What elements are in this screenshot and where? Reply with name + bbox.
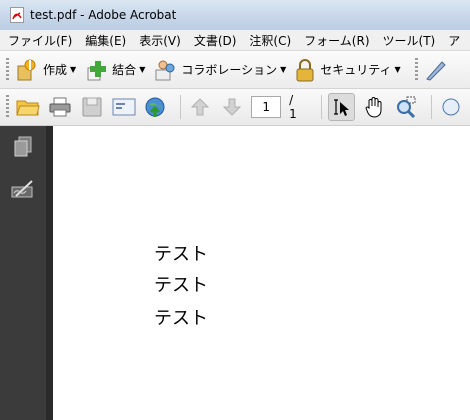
globe-upload-icon <box>145 97 165 117</box>
menu-tools[interactable]: ツール(T) <box>375 32 441 49</box>
document-text-line: テスト <box>154 308 208 329</box>
page-number-input[interactable]: 1 <box>251 96 282 118</box>
combine-button[interactable]: 結合 ▼ <box>84 58 145 82</box>
toolbar-grip[interactable] <box>6 95 9 119</box>
menu-document[interactable]: 文書(D) <box>186 32 242 49</box>
floppy-disk-icon <box>82 97 102 117</box>
collaborate-button[interactable]: コラボレーション ▼ <box>153 58 286 82</box>
chevron-down-icon: ▼ <box>70 65 77 74</box>
email-button[interactable] <box>111 94 137 120</box>
chevron-down-icon: ▼ <box>280 65 287 74</box>
page-total: / 1 <box>289 93 297 121</box>
collaborate-label: コラボレーション <box>181 63 278 77</box>
document-text-line: テスト <box>154 244 208 265</box>
magnifier-icon <box>397 96 416 118</box>
combine-files-icon <box>87 60 107 80</box>
tasks-toolbar: 作成 ▼ 結合 ▼ コラボレーション ▼ セキュリティ ▼ <box>0 51 470 89</box>
toolbar-separator <box>180 95 182 119</box>
signatures-panel-button[interactable] <box>0 168 46 210</box>
previous-page-button[interactable] <box>187 94 213 120</box>
title-bar: test.pdf - Adobe Acrobat <box>0 0 470 30</box>
document-border <box>46 126 53 420</box>
navigation-pane <box>0 126 46 420</box>
toolbar-separator <box>431 95 433 119</box>
print-button[interactable] <box>47 94 73 120</box>
menu-comments[interactable]: 注釈(C) <box>241 32 296 49</box>
menu-advanced[interactable]: ア <box>440 32 465 49</box>
create-pdf-icon <box>17 59 36 80</box>
lock-icon <box>296 58 314 81</box>
signature-pen-icon <box>11 180 33 198</box>
zoom-tool-button[interactable] <box>393 94 419 120</box>
envelope-icon <box>112 98 136 116</box>
pdf-file-icon <box>10 7 24 23</box>
menu-edit[interactable]: 編集(E) <box>77 32 131 49</box>
menu-forms[interactable]: フォーム(R) <box>296 32 374 49</box>
save-button[interactable] <box>79 94 105 120</box>
menu-view[interactable]: 表示(V) <box>131 32 186 49</box>
document-page[interactable]: テスト テスト テスト <box>53 126 470 420</box>
toolbar-separator <box>320 95 322 119</box>
chevron-down-icon: ▼ <box>139 65 146 74</box>
hand-tool-button[interactable] <box>361 94 387 120</box>
toolbar-grip[interactable] <box>6 57 9 82</box>
open-button[interactable] <box>15 94 41 120</box>
file-toolbar: 1 / 1 <box>0 89 470 126</box>
zoom-out-icon <box>442 98 460 116</box>
collaborate-icon <box>155 60 175 80</box>
security-label: セキュリティ <box>320 63 392 77</box>
printer-icon <box>49 97 71 117</box>
arrow-down-icon <box>223 98 242 116</box>
arrow-up-icon <box>191 98 210 116</box>
chevron-down-icon: ▼ <box>394 65 401 74</box>
menu-file[interactable]: ファイル(F) <box>0 32 77 49</box>
window-title: test.pdf - Adobe Acrobat <box>30 8 177 22</box>
combine-label: 結合 <box>112 63 137 77</box>
upload-button[interactable] <box>143 94 169 120</box>
pen-sign-icon[interactable] <box>424 58 448 82</box>
security-button[interactable]: セキュリティ ▼ <box>294 58 401 82</box>
zoom-out-button[interactable] <box>438 94 464 120</box>
select-tool-button[interactable] <box>327 93 356 121</box>
toolbar-grip[interactable] <box>414 57 418 82</box>
document-text-line: テスト <box>154 275 208 296</box>
folder-open-icon <box>16 100 40 116</box>
create-label: 作成 <box>43 63 68 77</box>
text-select-cursor-icon <box>334 99 350 116</box>
hand-icon <box>365 97 382 118</box>
create-button[interactable]: 作成 ▼ <box>15 58 76 82</box>
pages-icon <box>14 136 32 157</box>
pages-panel-button[interactable] <box>0 126 46 168</box>
menu-bar: ファイル(F) 編集(E) 表示(V) 文書(D) 注釈(C) フォーム(R) … <box>0 30 470 51</box>
next-page-button[interactable] <box>219 94 245 120</box>
